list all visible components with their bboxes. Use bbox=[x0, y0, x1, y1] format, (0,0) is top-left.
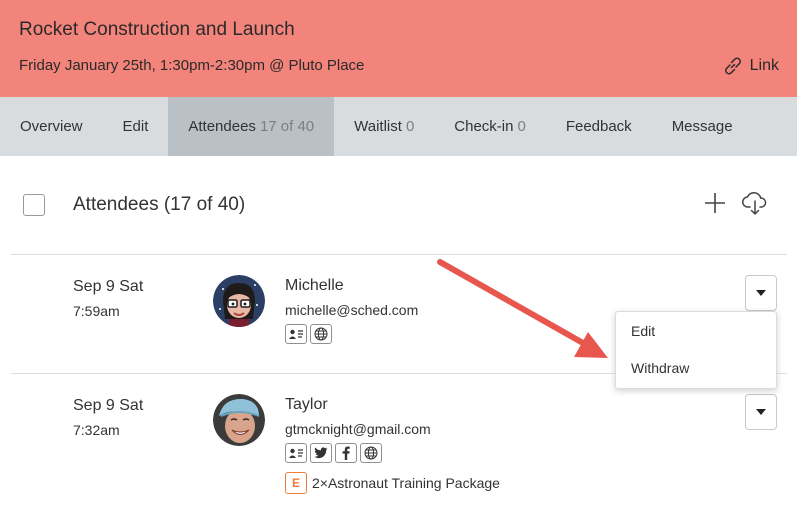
link-icon bbox=[724, 57, 741, 75]
tab-feedback[interactable]: Feedback bbox=[546, 97, 652, 156]
eventbrite-ticket-icon: E bbox=[285, 472, 307, 494]
event-tabs: Overview Edit Attendees 17 of 40 Waitlis… bbox=[0, 97, 797, 156]
tab-count: 0 bbox=[517, 118, 526, 135]
plus-icon[interactable] bbox=[703, 191, 727, 215]
menu-item-withdraw[interactable]: Withdraw bbox=[631, 360, 689, 376]
menu-item-edit[interactable]: Edit bbox=[631, 323, 655, 339]
attendee-name: Michelle bbox=[285, 277, 344, 294]
tab-label: Feedback bbox=[565, 118, 632, 135]
tab-check-in[interactable]: Check-in 0 bbox=[434, 97, 546, 156]
profile-card-icon[interactable] bbox=[285, 443, 307, 463]
globe-icon[interactable] bbox=[310, 324, 332, 344]
attendee-row: Sep 9 Sat 7:32am Taylor gtmcknight@gmail… bbox=[0, 374, 797, 515]
registration-date: Sep 9 Sat bbox=[73, 397, 144, 414]
avatar bbox=[213, 394, 265, 446]
registration-time: 7:59am bbox=[73, 303, 120, 319]
twitter-icon[interactable] bbox=[310, 443, 332, 463]
tab-message[interactable]: Message bbox=[652, 97, 753, 156]
event-header: Rocket Construction and Launch Friday Ja… bbox=[0, 0, 797, 97]
avatar bbox=[213, 275, 265, 327]
ticket-label: 2×Astronaut Training Package bbox=[312, 475, 500, 491]
attendees-title: Attendees (17 of 40) bbox=[73, 194, 246, 215]
registration-time: 7:32am bbox=[73, 422, 120, 438]
chevron-down-icon bbox=[756, 290, 766, 296]
globe-icon[interactable] bbox=[360, 443, 382, 463]
tab-label: Message bbox=[671, 118, 733, 135]
event-title: Rocket Construction and Launch bbox=[19, 19, 295, 40]
tab-count: 0 bbox=[405, 118, 415, 135]
tab-label: Edit bbox=[122, 118, 149, 135]
profile-badges bbox=[285, 443, 382, 463]
attendees-list-header: Attendees (17 of 40) bbox=[0, 156, 797, 254]
chevron-down-icon bbox=[756, 409, 766, 415]
tab-label: Attendees bbox=[188, 118, 256, 135]
registration-date: Sep 9 Sat bbox=[73, 278, 144, 295]
cloud-download-icon[interactable] bbox=[741, 189, 769, 217]
tab-waitlist[interactable]: Waitlist 0 bbox=[334, 97, 434, 156]
select-all-checkbox[interactable] bbox=[23, 194, 45, 216]
tab-label: Check-in bbox=[454, 118, 514, 135]
tab-label: Overview bbox=[20, 118, 83, 135]
attendee-email: gtmcknight@gmail.com bbox=[285, 421, 431, 437]
tab-attendees[interactable]: Attendees 17 of 40 bbox=[168, 97, 335, 156]
row-menu-button[interactable] bbox=[745, 394, 777, 430]
row-menu-button[interactable] bbox=[745, 275, 777, 311]
tab-label: Waitlist bbox=[354, 118, 402, 135]
link-label: Link bbox=[749, 57, 779, 74]
profile-badges bbox=[285, 324, 332, 344]
event-datetime-location: Friday January 25th, 1:30pm-2:30pm @ Plu… bbox=[19, 57, 365, 74]
tab-edit[interactable]: Edit bbox=[103, 97, 169, 156]
link-button[interactable]: Link bbox=[722, 55, 779, 77]
facebook-icon[interactable] bbox=[335, 443, 357, 463]
attendee-email: michelle@sched.com bbox=[285, 302, 419, 318]
tab-overview[interactable]: Overview bbox=[0, 97, 103, 156]
profile-card-icon[interactable] bbox=[285, 324, 307, 344]
row-action-menu: Edit Withdraw bbox=[615, 311, 777, 389]
attendee-name: Taylor bbox=[285, 396, 328, 413]
ticket-info: E 2×Astronaut Training Package bbox=[285, 472, 500, 494]
tab-count: 17 of 40 bbox=[259, 118, 315, 135]
